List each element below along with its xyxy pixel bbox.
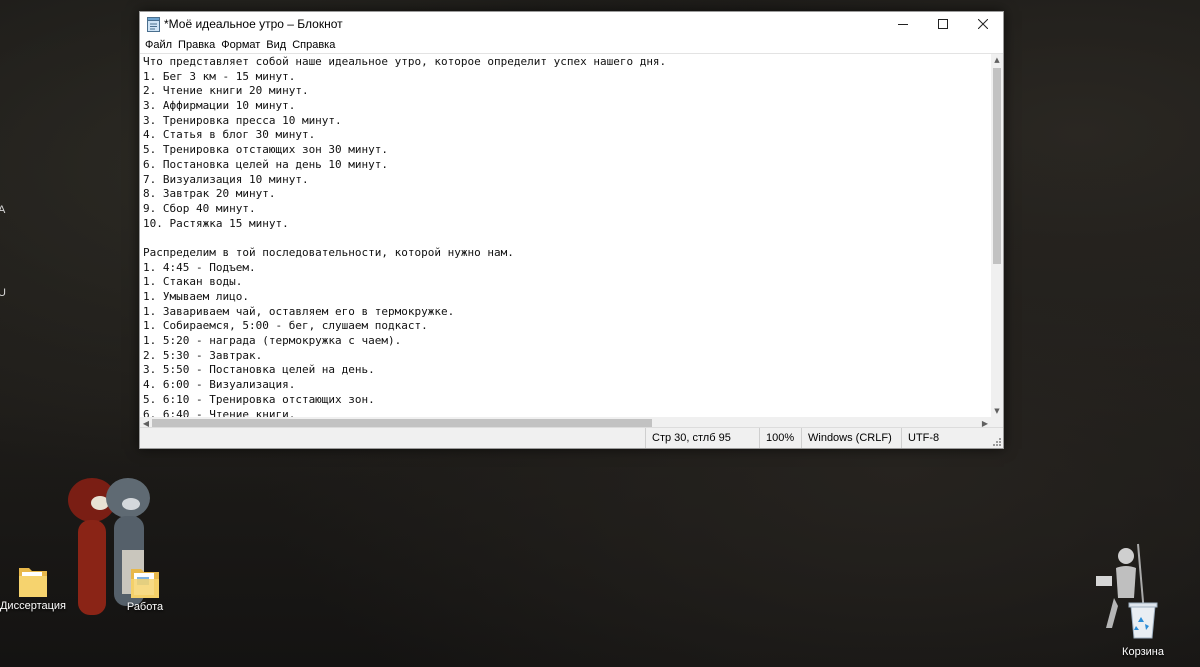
editor-line: 1. 5:20 - награда (термокружка с чаем). <box>143 334 402 348</box>
folder-icon <box>131 569 159 598</box>
editor-line: Что представляет собой наше идеальное ут… <box>143 55 667 68</box>
desktop-icon-recycle-bin[interactable]: Корзина <box>1116 600 1170 658</box>
minimize-button[interactable] <box>883 12 923 36</box>
desktop-icon-label: Корзина <box>1122 646 1164 658</box>
editor-line: 5. 6:10 - Тренировка отстающих зон. <box>143 392 375 406</box>
editor-line: 4. 6:00 - Визуализация. <box>143 378 296 392</box>
editor-line: 6. Постановка целей на день 10 минут. <box>143 157 389 171</box>
editor-line: 6. 6:40 - Чтение книги. <box>143 407 296 418</box>
menu-file[interactable]: Файл <box>144 39 177 51</box>
desktop-icon-work[interactable]: Работа <box>120 563 170 613</box>
editor-line: 2. Чтение книги 20 минут. <box>143 84 309 98</box>
notepad-icon <box>146 16 160 32</box>
zoom-level: 100% <box>759 428 801 448</box>
title-bar[interactable]: *Моё идеальное утро – Блокнот <box>140 12 1003 36</box>
desktop-icon-label: Диссертация <box>0 600 67 612</box>
menu-help[interactable]: Справка <box>291 39 340 51</box>
menu-bar: Файл Правка Формат Вид Справка <box>140 36 1003 53</box>
editor-line: 3. 5:50 - Постановка целей на день. <box>143 363 375 377</box>
editor-line: 7. Визуализация 10 минут. <box>143 172 309 186</box>
line-endings: Windows (CRLF) <box>801 428 901 448</box>
editor-line: 5. Тренировка отстающих зон 30 минут. <box>143 143 389 157</box>
editor-line: 3. Тренировка пресса 10 минут. <box>143 113 342 127</box>
encoding: UTF-8 <box>901 428 991 448</box>
resize-grip-icon[interactable] <box>992 437 1002 447</box>
editor-line: 4. Статья в блог 30 минут. <box>143 128 316 142</box>
editor-line: 1. Бег 3 км - 15 минут. <box>143 69 296 83</box>
cursor-position: Стр 30, стлб 95 <box>645 428 759 448</box>
editor-area: Что представляет собой наше идеальное ут… <box>140 53 1003 429</box>
vertical-scroll-thumb[interactable] <box>993 68 1001 264</box>
folder-icon <box>19 568 47 597</box>
horizontal-scroll-thumb[interactable] <box>152 419 652 427</box>
menu-format[interactable]: Формат <box>220 39 265 51</box>
maximize-button[interactable] <box>923 12 963 36</box>
notepad-window: *Моё идеальное утро – Блокнот Файл Правк… <box>139 11 1004 449</box>
recycle-bin-icon <box>1128 602 1158 639</box>
editor-line: 10. Растяжка 15 минут. <box>143 216 289 230</box>
vertical-scrollbar[interactable]: ▲ ▼ <box>991 54 1003 417</box>
editor-line: 2. 5:30 - Завтрак. <box>143 348 263 362</box>
editor-line: 1. 4:45 - Подъем. <box>143 260 256 274</box>
scroll-up-icon[interactable]: ▲ <box>991 54 1003 66</box>
desktop-edge-label: A <box>0 204 6 216</box>
status-bar: Стр 30, стлб 95 100% Windows (CRLF) UTF-… <box>140 427 1003 448</box>
editor-line: 3. Аффирмации 10 минут. <box>143 99 296 113</box>
scroll-down-icon[interactable]: ▼ <box>991 405 1003 417</box>
editor-line: Распределим в той последовательности, ко… <box>143 245 514 259</box>
menu-view[interactable]: Вид <box>265 39 291 51</box>
desktop-icon-dissertation[interactable]: Диссертация <box>0 562 67 612</box>
menu-edit[interactable]: Правка <box>177 39 220 51</box>
editor-line: 1. Умываем лицо. <box>143 290 249 303</box>
desktop-icon-label: Работа <box>126 601 164 613</box>
close-button[interactable] <box>963 12 1003 36</box>
editor-line: 1. Завариваем чай, оставляем его в термо… <box>143 304 455 318</box>
window-title: *Моё идеальное утро – Блокнот <box>164 17 343 31</box>
editor-line: 8. Завтрак 20 минут. <box>143 187 276 201</box>
editor-line: 9. Сбор 40 минут. <box>143 201 256 215</box>
editor-line: 1. Стакан воды. <box>143 275 243 289</box>
editor-line: 1. Собираемся, 5:00 - бег, слушаем подка… <box>143 319 428 333</box>
desktop-edge-label: U <box>0 287 6 299</box>
text-editor[interactable]: Что представляет собой наше идеальное ут… <box>140 54 991 417</box>
